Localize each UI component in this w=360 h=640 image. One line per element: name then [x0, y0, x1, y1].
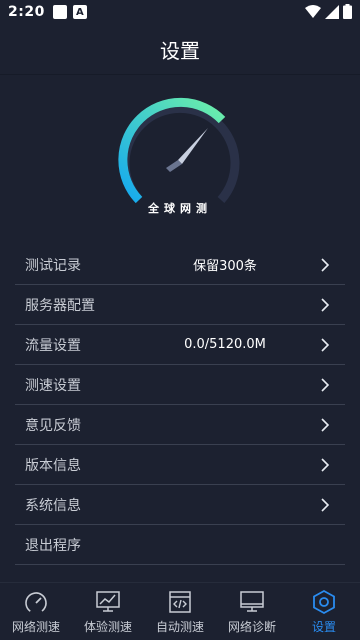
status-time: 2:20: [8, 4, 45, 20]
page-title: 设置: [160, 38, 200, 63]
speedometer-icon: [25, 592, 47, 614]
menu-item-test-records[interactable]: 测试记录 保留300条: [15, 245, 345, 285]
tab-label: 自动测速: [155, 620, 204, 634]
menu-item-exit[interactable]: 退出程序: [15, 525, 345, 565]
chevron-right-icon: [321, 498, 330, 512]
notification-icon: [52, 5, 67, 19]
monitor-icon: [240, 591, 264, 612]
menu-item-label: 测试记录: [25, 257, 81, 274]
menu-item-value: 0.0/5120.0M: [184, 337, 266, 352]
menu-item-label: 测速设置: [25, 377, 81, 394]
status-indicators: [305, 4, 352, 19]
tab-settings[interactable]: 设置: [288, 583, 360, 640]
menu-item-speed-settings[interactable]: 测速设置: [15, 365, 345, 405]
tab-experience-speed[interactable]: 体验测速: [72, 583, 144, 640]
tab-label: 网络测速: [11, 620, 60, 634]
monitor-chart-icon: [96, 591, 120, 612]
menu-item-server-config[interactable]: 服务器配置: [15, 285, 345, 325]
menu-item-system-info[interactable]: 系统信息: [15, 485, 345, 525]
chevron-right-icon: [321, 458, 330, 472]
hexagon-settings-icon: [313, 589, 335, 615]
menu-item-traffic-settings[interactable]: 流量设置 0.0/5120.0M: [15, 325, 345, 365]
menu-item-version-info[interactable]: 版本信息: [15, 445, 345, 485]
chevron-right-icon: [321, 418, 330, 432]
menu-item-label: 流量设置: [25, 337, 81, 354]
battery-icon: [343, 4, 352, 19]
tab-label: 体验测速: [83, 620, 132, 634]
wifi-icon: [305, 4, 321, 18]
bottom-tab-bar: 网络测速 体验测速 自动测速 网络诊断 设置: [0, 582, 360, 640]
chevron-right-icon: [321, 258, 330, 272]
code-window-icon: [169, 591, 191, 613]
menu-item-label: 服务器配置: [25, 297, 95, 314]
tab-network-speed[interactable]: 网络测速: [0, 583, 72, 640]
tab-label: 网络诊断: [227, 620, 276, 634]
menu-item-label: 退出程序: [25, 537, 81, 554]
a-notification-icon: A: [72, 5, 87, 19]
signal-icon: [325, 4, 339, 19]
settings-menu: 测试记录 保留300条 服务器配置 流量设置 0.0/5120.0M 测速设置 …: [15, 245, 345, 565]
chevron-right-icon: [321, 338, 330, 352]
menu-item-feedback[interactable]: 意见反馈: [15, 405, 345, 445]
menu-item-label: 系统信息: [25, 497, 81, 514]
menu-item-value: 保留300条: [193, 259, 257, 274]
tab-network-diagnosis[interactable]: 网络诊断: [216, 583, 288, 640]
header-divider: [0, 74, 360, 75]
chevron-right-icon: [321, 378, 330, 392]
menu-item-label: 版本信息: [25, 457, 81, 474]
menu-item-label: 意见反馈: [25, 417, 81, 434]
tab-auto-speed[interactable]: 自动测速: [144, 583, 216, 640]
tab-label: 设置: [311, 620, 336, 634]
gauge-caption: 全球网测: [148, 202, 212, 215]
status-bar: 2:20 A: [0, 0, 360, 24]
chevron-right-icon: [321, 298, 330, 312]
